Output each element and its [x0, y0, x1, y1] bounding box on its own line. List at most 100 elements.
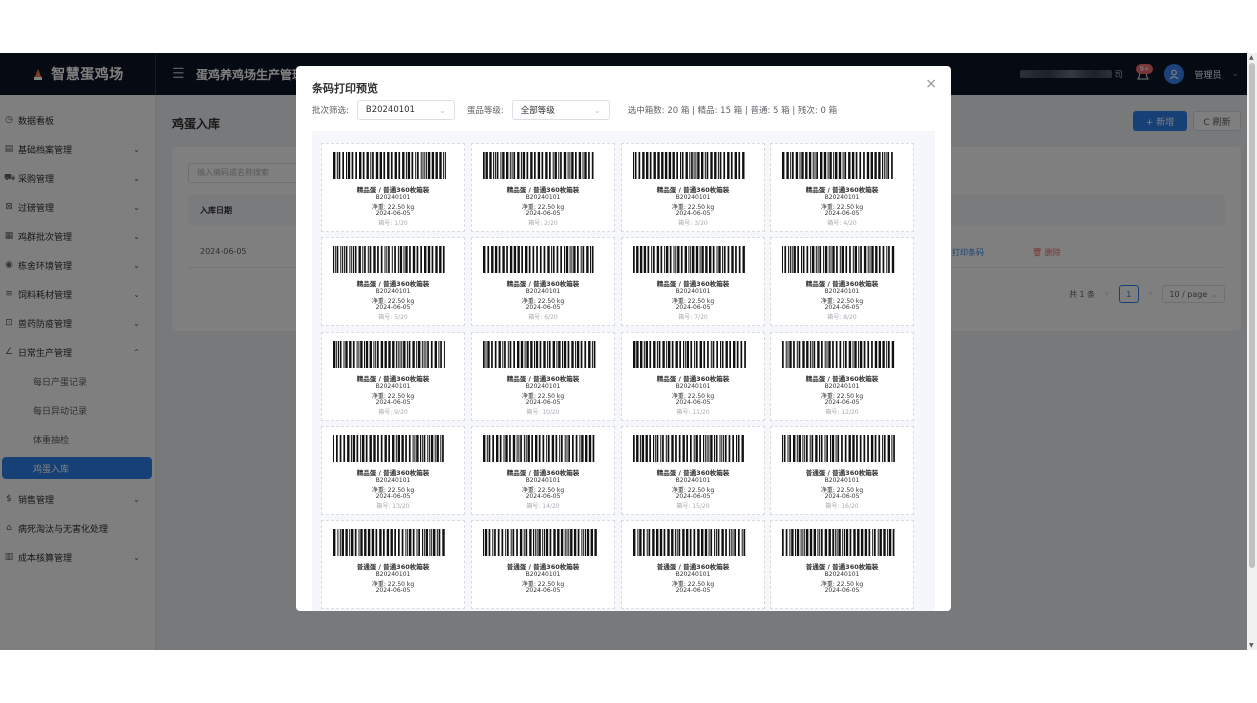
label-batch: B20240101	[375, 288, 411, 295]
label-product: 精品蛋 / 普通360枚箱装	[356, 375, 430, 383]
label-batch: B20240101	[525, 383, 561, 390]
scroll-down-icon[interactable]: ▼	[1249, 642, 1254, 649]
barcode-icon	[633, 246, 745, 273]
label-date: 2024-06-05	[675, 587, 711, 594]
batch-filter-label: 批次筛选:	[312, 106, 349, 116]
barcode-label-card: 精品蛋 / 普通360枚箱装 B20240101 净重: 22.50 kg 2024-…	[770, 332, 914, 421]
label-batch: B20240101	[824, 194, 860, 201]
barcode-label-card: 精品蛋 / 普通360枚箱装 B20240101 净重: 22.50 kg 2024-…	[621, 332, 765, 421]
label-batch: B20240101	[375, 571, 411, 578]
barcode-label-card: 精品蛋 / 普通360枚箱装 B20240101 净重: 22.50 kg 2024-…	[471, 332, 615, 421]
label-product: 精品蛋 / 普通360枚箱装	[356, 280, 430, 288]
barcode-icon	[782, 529, 895, 556]
batch-select[interactable]: B20240101 ⌄	[356, 100, 455, 120]
barcode-icon	[633, 152, 745, 179]
barcode-label-card: 精品蛋 / 普通360枚箱装 B20240101 净重: 22.50 kg 2024-…	[321, 143, 465, 232]
label-product: 精品蛋 / 普通360枚箱装	[506, 186, 580, 194]
dialog-title: 条码打印预览	[312, 82, 378, 95]
label-date: 2024-06-05	[824, 587, 860, 594]
label-box-number: 箱号: 14/20	[526, 503, 560, 510]
label-product: 普通蛋 / 普通360枚箱装	[356, 563, 430, 571]
label-batch: B20240101	[675, 288, 711, 295]
barcode-label-card: 精品蛋 / 普通360枚箱装 B20240101 净重: 22.50 kg 2024-…	[471, 143, 615, 232]
grade-select-value: 全部等级	[520, 106, 555, 116]
label-product: 精品蛋 / 普通360枚箱装	[506, 280, 580, 288]
selection-summary: 选中箱数: 20 箱 | 精品: 15 箱 | 普通: 5 箱 | 残次: 0 …	[627, 106, 838, 116]
label-box-number: 箱号: 8/20	[827, 314, 857, 321]
label-batch: B20240101	[375, 477, 411, 484]
label-box-number: 箱号: 10/20	[526, 409, 560, 416]
label-date: 2024-06-05	[375, 210, 411, 217]
label-date: 2024-06-05	[824, 304, 860, 311]
label-date: 2024-06-05	[824, 210, 860, 217]
label-product: 精品蛋 / 普通360枚箱装	[656, 280, 730, 288]
label-box-number: 箱号: 9/20	[378, 409, 408, 416]
label-product: 精品蛋 / 普通360枚箱装	[656, 469, 730, 477]
label-date: 2024-06-05	[824, 493, 860, 500]
label-box-number: 箱号: 13/20	[376, 503, 410, 510]
label-date: 2024-06-05	[375, 493, 411, 500]
label-date: 2024-06-05	[525, 587, 561, 594]
label-box-number: 箱号: 1/20	[378, 220, 408, 227]
barcode-label-card: 普通蛋 / 普通360枚箱装 B20240101 净重: 22.50 kg 2024-…	[621, 520, 765, 609]
barcode-label-card: 普通蛋 / 普通360枚箱装 B20240101 净重: 22.50 kg 2024-…	[770, 520, 914, 609]
label-product: 精品蛋 / 普通360枚箱装	[805, 186, 879, 194]
label-date: 2024-06-05	[375, 399, 411, 406]
label-box-number: 箱号: 7/20	[678, 314, 708, 321]
grade-label: 蛋品等级:	[466, 106, 504, 116]
barcode-icon	[782, 435, 895, 462]
label-date: 2024-06-05	[675, 493, 711, 500]
label-product: 精品蛋 / 普通360枚箱装	[656, 375, 730, 383]
label-product: 精品蛋 / 普通360枚箱装	[356, 186, 430, 194]
barcode-print-dialog: 条码打印预览 × 批次筛选: B20240101 ⌄ 蛋品等级: 全部等级 ⌄ …	[296, 66, 951, 611]
label-date: 2024-06-05	[675, 304, 711, 311]
label-product: 普通蛋 / 普通360枚箱装	[656, 563, 730, 571]
page-scrollbar[interactable]: ▲ ▼	[1247, 53, 1257, 650]
label-product: 普通蛋 / 普通360枚箱装	[805, 563, 879, 571]
label-batch: B20240101	[525, 288, 561, 295]
label-date: 2024-06-05	[525, 399, 561, 406]
label-batch: B20240101	[824, 383, 860, 390]
label-box-number: 箱号: 12/20	[825, 409, 859, 416]
label-box-number: 箱号: 15/20	[676, 503, 710, 510]
barcode-icon	[333, 246, 445, 273]
label-batch: B20240101	[525, 571, 561, 578]
barcode-label-card: 精品蛋 / 普通360枚箱装 B20240101 净重: 22.50 kg 2024-…	[770, 143, 914, 232]
label-date: 2024-06-05	[375, 304, 411, 311]
barcode-preview-area[interactable]: 精品蛋 / 普通360枚箱装 B20240101 净重: 22.50 kg 2024-…	[312, 131, 935, 611]
label-date: 2024-06-05	[525, 493, 561, 500]
barcode-icon	[483, 529, 597, 556]
batch-select-value: B20240101	[365, 105, 415, 115]
label-batch: B20240101	[675, 571, 711, 578]
label-product: 普通蛋 / 普通360枚箱装	[506, 563, 580, 571]
barcode-icon	[633, 529, 746, 556]
barcode-icon	[333, 529, 445, 556]
scroll-up-icon[interactable]: ▲	[1249, 54, 1254, 61]
label-date: 2024-06-05	[675, 399, 711, 406]
barcode-label-card: 精品蛋 / 普通360枚箱装 B20240101 净重: 22.50 kg 2024-…	[321, 237, 465, 326]
barcode-label-card: 精品蛋 / 普通360枚箱装 B20240101 净重: 22.50 kg 2024-…	[321, 332, 465, 421]
label-product: 精品蛋 / 普通360枚箱装	[656, 186, 730, 194]
barcode-icon	[483, 341, 596, 368]
label-batch: B20240101	[525, 194, 561, 201]
barcode-label-card: 精品蛋 / 普通360枚箱装 B20240101 净重: 22.50 kg 2024-…	[621, 143, 765, 232]
barcode-icon	[333, 341, 445, 368]
chevron-down-icon: ⌄	[594, 105, 601, 115]
barcode-icon	[483, 435, 595, 462]
label-product: 普通蛋 / 普通360枚箱装	[805, 469, 879, 477]
scroll-thumb[interactable]	[1249, 63, 1255, 568]
barcode-icon	[333, 152, 446, 179]
barcode-label-card: 普通蛋 / 普通360枚箱装 B20240101 净重: 22.50 kg 2024-…	[770, 426, 914, 515]
barcode-icon	[782, 152, 893, 179]
label-batch: B20240101	[525, 477, 561, 484]
label-date: 2024-06-05	[525, 304, 561, 311]
grade-select[interactable]: 全部等级 ⌄	[511, 100, 610, 120]
barcode-label-card: 精品蛋 / 普通360枚箱装 B20240101 净重: 22.50 kg 2024-…	[321, 426, 465, 515]
barcode-label-card: 精品蛋 / 普通360枚箱装 B20240101 净重: 22.50 kg 2024-…	[621, 426, 765, 515]
label-batch: B20240101	[824, 288, 860, 295]
barcode-label-card: 精品蛋 / 普通360枚箱装 B20240101 净重: 22.50 kg 2024-…	[471, 426, 615, 515]
close-icon[interactable]: ×	[925, 76, 937, 92]
label-box-number: 箱号: 16/20	[825, 503, 859, 510]
barcode-label-card: 普通蛋 / 普通360枚箱装 B20240101 净重: 22.50 kg 2024-…	[471, 520, 615, 609]
label-batch: B20240101	[375, 194, 411, 201]
